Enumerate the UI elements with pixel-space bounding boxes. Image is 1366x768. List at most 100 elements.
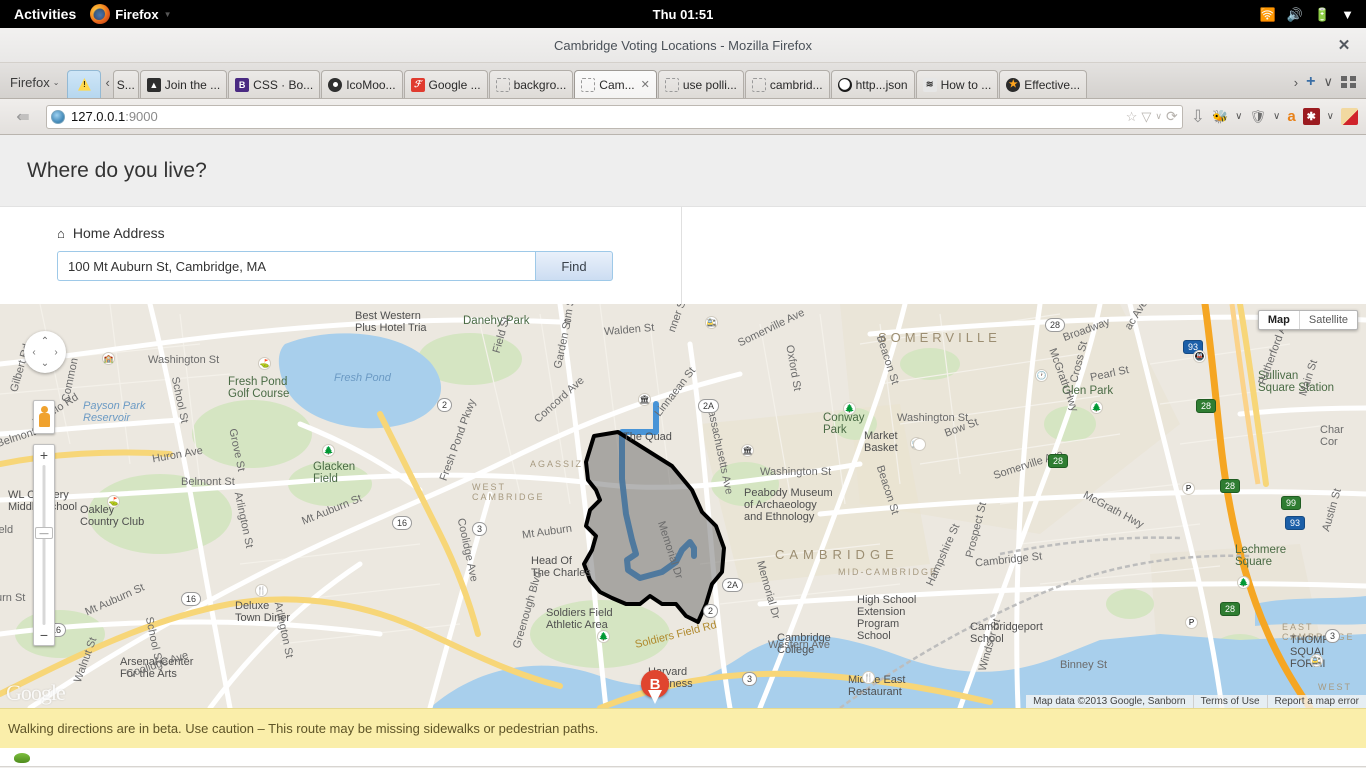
zoom-slider-track[interactable]: — xyxy=(34,465,54,625)
poi-park-icon-2: 🌲 xyxy=(843,402,856,415)
tab-icomoon[interactable]: IcoMoo... xyxy=(321,70,403,98)
firefox-logo-icon xyxy=(90,4,111,24)
firefox-app-menu-label: Firefox xyxy=(115,6,159,22)
tab-clipped[interactable]: S... xyxy=(112,70,139,98)
bootstrap-icon: B xyxy=(235,77,250,92)
poi-parking-icon-1: P xyxy=(1182,482,1195,495)
github-icon: ⬤ xyxy=(837,77,852,92)
route-shield-3-3: 3 xyxy=(1325,629,1341,643)
map-scrollbar[interactable] xyxy=(1359,304,1366,708)
pan-left-icon[interactable]: ‹ xyxy=(32,347,35,358)
route-shield-2a-1: 2A xyxy=(698,399,720,413)
tab-scroll-left-icon[interactable]: ‹ xyxy=(102,75,112,98)
poi-golf-icon-2: ⛳ xyxy=(107,495,120,508)
bottom-green-icon xyxy=(14,753,30,763)
zoom-slider-thumb[interactable]: — xyxy=(35,527,53,539)
firefox-app-menu[interactable]: Firefox ▼ xyxy=(90,4,172,24)
tab-cambridge-2[interactable]: cambrid... xyxy=(744,70,830,98)
tab-groups-icon[interactable] xyxy=(1341,76,1356,88)
amazon-icon[interactable]: a xyxy=(1287,109,1295,124)
persona-icon[interactable] xyxy=(1341,108,1358,125)
url-bar[interactable]: 127.0.0.1:9000 ☆ ▽ ∨ ⟳ xyxy=(46,104,1183,129)
url-host: 127.0.0.1 xyxy=(71,109,126,124)
pegman-icon xyxy=(38,406,50,428)
close-icon[interactable]: ✕ xyxy=(1336,36,1352,54)
wifi-icon[interactable]: 🛜 xyxy=(1260,8,1276,21)
pocket-caret-icon[interactable]: ∨ xyxy=(1155,111,1162,122)
tab-join-the[interactable]: ▲ Join the ... xyxy=(139,70,228,98)
terms-of-use-link[interactable]: Terms of Use xyxy=(1192,695,1267,708)
route-shield-2: 2 xyxy=(437,398,453,412)
pocket-caret-icon[interactable]: ∨ xyxy=(1273,111,1280,122)
blank-page-icon xyxy=(581,77,596,92)
pan-right-icon[interactable]: › xyxy=(54,347,57,358)
document-icon: ≋ xyxy=(922,77,937,92)
tab-close-icon[interactable]: ✕ xyxy=(641,78,650,91)
page-header: Where do you live? xyxy=(0,135,1366,207)
tab-scroll-right-icon[interactable]: › xyxy=(1294,75,1298,90)
zoom-control[interactable]: + — − xyxy=(33,444,55,646)
tab-effective[interactable]: ★ Effective... xyxy=(999,70,1088,98)
tab-background[interactable]: backgro... xyxy=(488,70,574,98)
address-input[interactable] xyxy=(57,251,535,281)
tab-label: use polli... xyxy=(682,77,737,92)
tab-pinned-warning[interactable]: ! xyxy=(67,70,102,98)
bookmark-star-icon[interactable]: ☆ xyxy=(1126,109,1138,125)
marker-b-label: B xyxy=(649,675,661,693)
pan-control[interactable]: ⌃ ‹ › ⌄ xyxy=(24,331,66,373)
marker-b-origin[interactable]: B xyxy=(641,670,669,708)
firefox-window: Cambridge Voting Locations - Mozilla Fir… xyxy=(0,28,1366,768)
map-type-satellite[interactable]: Satellite xyxy=(1300,311,1357,329)
asterisk-caret-icon[interactable]: ∨ xyxy=(1327,111,1334,122)
urlbar-icons: ☆ ▽ ∨ ⟳ xyxy=(1126,108,1178,125)
map-canvas-container[interactable]: .rd{stroke:#ffffff;fill:none;stroke-line… xyxy=(0,304,1366,708)
tab-use-polling[interactable]: use polli... xyxy=(657,70,744,98)
pocket-icon[interactable]: 🛡 xyxy=(1249,110,1266,123)
pan-up-icon[interactable]: ⌃ xyxy=(41,336,49,347)
poi-park-icon-4: 🌲 xyxy=(1237,576,1250,589)
asterisk-badge-icon[interactable]: ✱ xyxy=(1302,108,1320,125)
address-label-text: Home Address xyxy=(72,225,165,241)
tab-google[interactable]: ℱ Google ... xyxy=(403,70,488,98)
route-shield-28-1: 28 xyxy=(1045,318,1066,332)
pocket-save-icon[interactable]: ▽ xyxy=(1141,109,1151,125)
wasp-caret-icon[interactable]: ∨ xyxy=(1235,111,1242,122)
zoom-out-button[interactable]: − xyxy=(34,625,54,645)
map-type-map[interactable]: Map xyxy=(1259,311,1300,329)
firefox-menu-label: Firefox xyxy=(10,75,50,90)
wasp-addon-icon[interactable]: 🐝 xyxy=(1212,110,1228,123)
map-graphics: .rd{stroke:#ffffff;fill:none;stroke-line… xyxy=(0,304,1366,708)
marker-b-pin: B xyxy=(641,670,669,698)
zoom-in-button[interactable]: + xyxy=(34,445,54,465)
tab-how-to[interactable]: ≋ How to ... xyxy=(915,70,999,98)
tab-label: backgro... xyxy=(513,77,567,92)
route-shield-28-5: 28 xyxy=(1220,602,1241,616)
navigation-toolbar: ⇚ 127.0.0.1:9000 ☆ ▽ ∨ ⟳ ⇩ 🐝 ∨ 🛡 ∨ a ✱ ∨ xyxy=(0,99,1366,135)
address-label: ⌂ Home Address xyxy=(57,225,613,241)
map-type-control[interactable]: Map Satellite xyxy=(1257,310,1358,330)
system-menu-icon[interactable]: ▼ xyxy=(1341,8,1354,21)
poi-university-icon: 🏛 xyxy=(638,393,651,406)
poi-museum-icon: 🏛 xyxy=(741,444,754,457)
street-view-pegman[interactable] xyxy=(33,400,55,434)
volume-icon[interactable]: 🔊 xyxy=(1287,8,1303,21)
route-shield-16-1: 16 xyxy=(392,516,413,530)
tab-css-bootstrap[interactable]: B CSS · Bo... xyxy=(228,70,321,98)
tab-cambridge-active[interactable]: Cam... ✕ xyxy=(574,70,657,98)
reload-icon[interactable]: ⟳ xyxy=(1166,108,1178,125)
page-content: Where do you live? ⌂ Home Address Find O… xyxy=(0,135,1366,768)
route-shield-3-2: 3 xyxy=(472,522,488,536)
download-icon[interactable]: ⇩ xyxy=(1191,108,1205,125)
firefox-menu-button[interactable]: Firefox ⌄ xyxy=(4,75,67,98)
tab-label: S... xyxy=(116,77,135,92)
report-map-error-link[interactable]: Report a map error xyxy=(1266,695,1366,708)
tab-http-json[interactable]: ⬤ http...json xyxy=(830,70,915,98)
new-tab-button[interactable]: + xyxy=(1306,73,1315,91)
list-all-tabs-caret-icon[interactable]: ∨ xyxy=(1323,74,1333,90)
find-button[interactable]: Find xyxy=(535,251,613,281)
battery-icon[interactable]: 🔋 xyxy=(1314,8,1330,21)
chevron-down-icon: ⌄ xyxy=(52,78,60,87)
activities-button[interactable]: Activities xyxy=(0,6,90,22)
back-forward-button[interactable]: ⇚ xyxy=(8,106,38,128)
pan-down-icon[interactable]: ⌄ xyxy=(41,358,49,369)
